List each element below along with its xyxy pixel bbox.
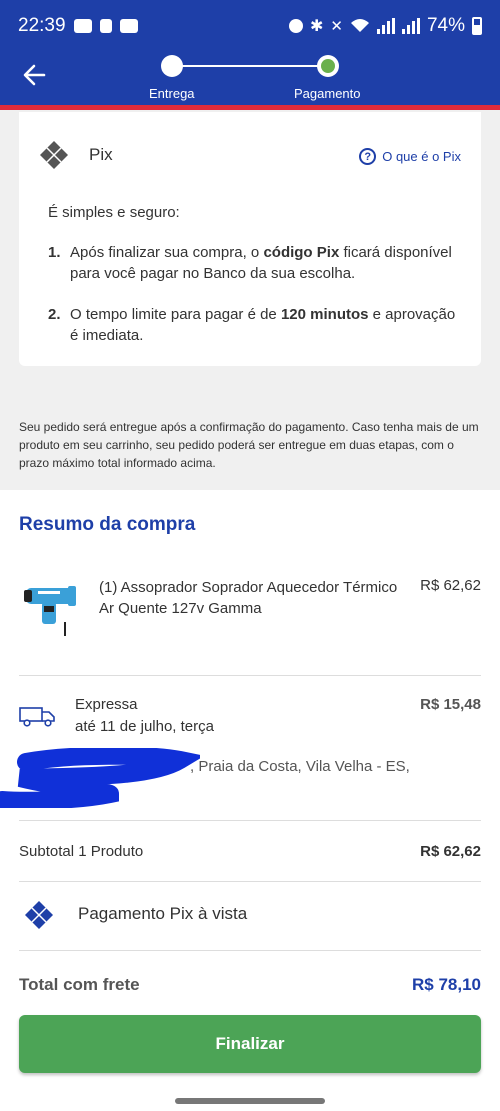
what-is-pix-label: O que é o Pix [382,149,461,164]
list-item: 2. O tempo limite para pagar é de 120 mi… [48,304,458,346]
delivery-notice: Seu pedido será entregue após a confirma… [19,420,479,470]
signal-icon-2 [401,18,420,34]
divider [19,950,481,951]
redaction-scribble [0,748,200,808]
checkout-stepper: Entrega Pagamento [148,55,368,103]
pix-steps-list: 1. Após finalizar sua compra, o código P… [48,242,458,366]
truck-icon [19,707,55,727]
help-icon: ? [359,148,377,165]
payment-method-label: Pagamento Pix à vista [78,904,248,923]
app-notification-icon [119,19,138,33]
text-segment: Após finalizar sua compra, o [70,244,264,261]
list-number: 1. [48,244,61,261]
shipping-date: até 11 de julho, terça [75,718,214,735]
pix-subtitle: É simples e seguro: [48,204,180,221]
finalize-button[interactable]: Finalizar [19,1015,481,1073]
b-app-icon [99,19,112,33]
text-bold: código Pix [263,244,340,261]
home-indicator[interactable] [175,1098,325,1104]
list-text: O tempo limite para pagar é de 120 minut… [70,304,458,346]
battery-percent: 74% [426,15,465,36]
what-is-pix-link[interactable]: ? O que é o Pix [359,148,461,165]
wifi-calling-icon [350,17,370,35]
pix-info-card: Pix ? O que é o Pix É simples e seguro: … [19,112,481,366]
step-label-delivery: Entrega [149,86,195,101]
pix-payment-icon [25,901,53,929]
product-price: R$ 62,62 [420,577,481,594]
step-dot-delivery [161,55,183,77]
shipping-method: Expressa [75,696,138,713]
status-time: 22:39 [18,15,66,36]
back-arrow-icon[interactable] [20,60,50,90]
order-summary: Resumo da compra (1) Assoprador Soprador… [0,490,500,1111]
text-bold: 120 minutos [280,306,369,323]
subtotal-label: Subtotal 1 Produto [19,843,144,860]
delivery-address: , Praia da Costa, Vila Velha - ES, [190,758,410,775]
header-accent-line [0,105,500,110]
product-image [24,586,76,636]
list-number: 2. [48,306,61,323]
total-label: Total com frete [19,975,140,994]
list-text: Após finalizar sua compra, o código Pix … [70,242,458,284]
mute-icon: ✕ [330,18,343,35]
divider [19,881,481,882]
signal-icon [376,18,395,34]
total-value: R$ 78,10 [412,975,481,994]
divider [19,820,481,821]
product-name: (1) Assoprador Soprador Aquecedor Térmic… [99,579,398,617]
alarm-icon [288,19,303,33]
youtube-icon [73,19,92,33]
bluetooth-icon: ✱ [309,18,324,35]
divider [19,675,481,676]
pix-logo-icon [40,141,68,169]
subtotal-value: R$ 62,62 [420,843,481,860]
battery-icon [472,17,482,35]
pix-title: Pix [89,145,113,164]
summary-title: Resumo da compra [19,514,196,535]
shipping-price: R$ 15,48 [420,696,481,713]
text-segment: O tempo limite para pagar é de [70,306,281,323]
stepper-line [172,65,327,67]
step-label-payment: Pagamento [294,86,361,101]
status-bar: 22:39 ✱ ✕ 74% [0,0,500,52]
list-item: 1. Após finalizar sua compra, o código P… [48,242,458,284]
step-dot-payment [317,55,339,77]
app-header: 22:39 ✱ ✕ 74% Entrega Pagamento [0,0,500,110]
